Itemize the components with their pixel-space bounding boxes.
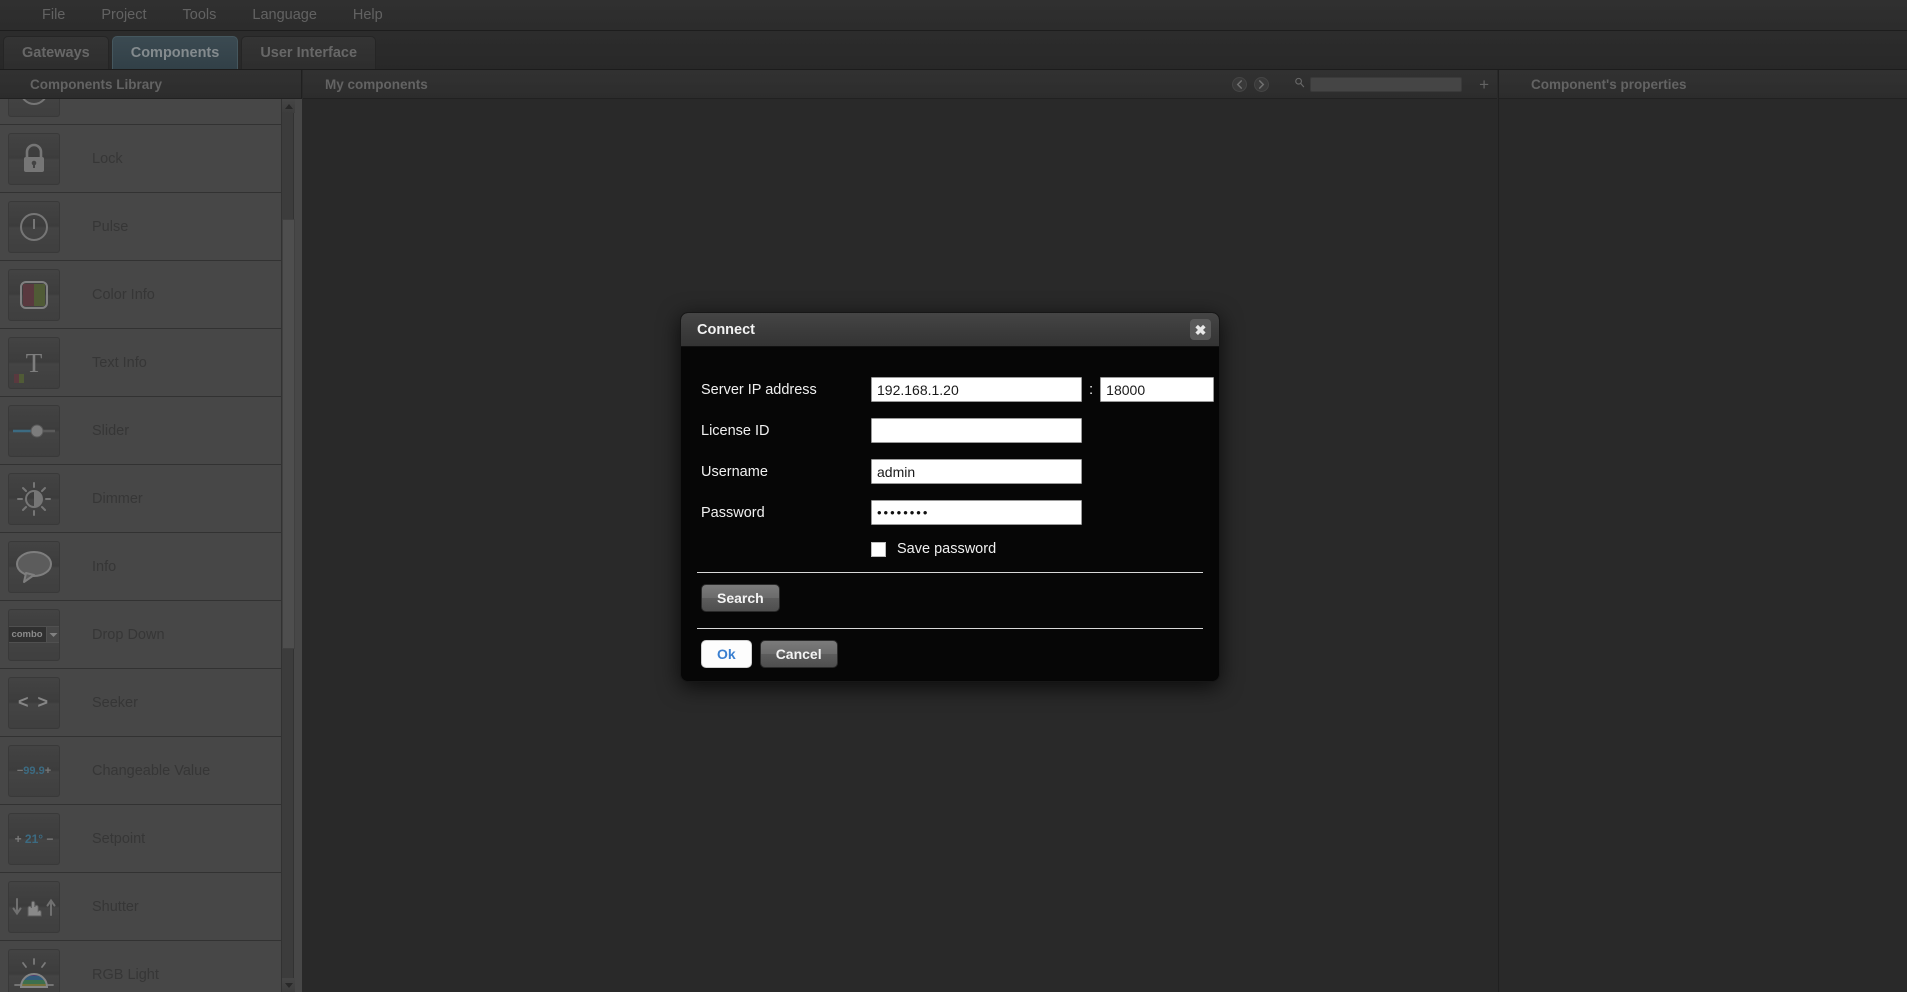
username-label: Username (701, 463, 768, 480)
dialog-title: Connect (697, 321, 755, 338)
server-ip-label: Server IP address (701, 381, 817, 398)
ok-button[interactable]: Ok (701, 640, 752, 668)
cancel-button[interactable]: Cancel (759, 640, 838, 668)
save-password-label: Save password (897, 541, 997, 557)
port-separator: : (1089, 381, 1094, 398)
license-id-input[interactable] (871, 418, 1082, 443)
dialog-footer: Ok Cancel (681, 629, 1219, 668)
port-input[interactable]: 18000 (1100, 377, 1215, 402)
field-row-license-id: License ID (681, 410, 1219, 451)
save-password-row: Save password (681, 541, 1219, 557)
password-label: Password (701, 504, 765, 521)
username-input[interactable]: admin (871, 459, 1082, 484)
search-button[interactable]: Search (701, 584, 780, 612)
connect-dialog: Connect ✖ Server IP address 192.168.1.20… (680, 312, 1220, 682)
field-row-server-ip: Server IP address 192.168.1.20 : 18000 (681, 369, 1219, 410)
close-icon[interactable]: ✖ (1190, 319, 1211, 340)
server-ip-input[interactable]: 192.168.1.20 (871, 377, 1082, 402)
search-row: Search (681, 573, 1219, 624)
application-window: File Project Tools Language Help Gateway… (0, 0, 1907, 992)
dialog-titlebar[interactable]: Connect ✖ (681, 313, 1219, 347)
field-row-password: Password •••••••• (681, 492, 1219, 533)
license-id-label: License ID (701, 422, 770, 439)
dialog-body: Server IP address 192.168.1.20 : 18000 L… (681, 347, 1219, 668)
save-password-checkbox[interactable] (871, 541, 886, 557)
password-input[interactable]: •••••••• (871, 500, 1082, 525)
field-row-username: Username admin (681, 451, 1219, 492)
